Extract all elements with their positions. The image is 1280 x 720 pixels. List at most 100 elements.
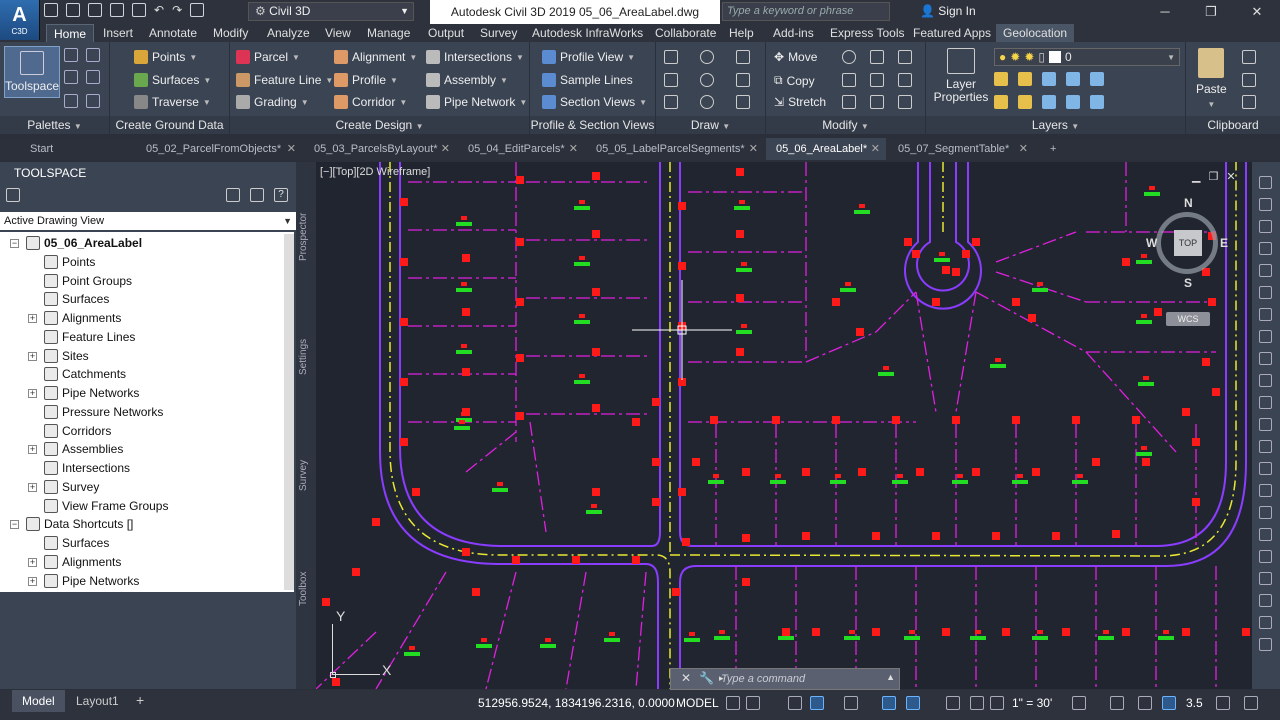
feature-line-button[interactable]: Feature Line ▼ <box>236 73 333 87</box>
annotation-scale[interactable]: 1" = 30' <box>1012 692 1052 714</box>
expand-icon[interactable]: + <box>28 389 37 398</box>
profile-button[interactable]: Profile ▼ <box>334 73 398 87</box>
navigation-tool-icon[interactable] <box>1259 572 1272 585</box>
polar-icon[interactable] <box>810 696 824 710</box>
navigation-tool-icon[interactable] <box>1259 330 1272 343</box>
tree-item-catchments[interactable]: Catchments <box>44 365 126 383</box>
open-folder-icon[interactable] <box>66 3 80 17</box>
navigation-tool-icon[interactable] <box>1259 638 1272 651</box>
create-ground-data-label[interactable]: Create Ground Data ▼ <box>110 116 229 149</box>
toolspace-list-icon[interactable] <box>250 188 264 202</box>
new-file-icon[interactable] <box>44 3 58 17</box>
viewcube[interactable]: TOP N S E W <box>1146 196 1228 292</box>
circle-icon[interactable] <box>700 73 714 87</box>
document-tab[interactable]: 05_07_SegmentTable* ✕ <box>888 138 1034 160</box>
stretch-button[interactable]: ⇲ Stretch <box>774 95 826 109</box>
toolspace-button[interactable]: Toolspace <box>4 46 60 98</box>
assembly-button[interactable]: Assembly ▼ <box>426 73 508 87</box>
draw-icon-4[interactable] <box>664 73 678 87</box>
sign-in-button[interactable]: 👤 Sign In <box>920 4 976 18</box>
ribbon-tab-view[interactable]: View <box>318 24 358 42</box>
alignment-button[interactable]: Alignment ▼ <box>334 50 417 64</box>
expand-icon[interactable]: + <box>28 445 37 455</box>
expand-icon[interactable]: + <box>28 557 37 567</box>
compass-s[interactable]: S <box>1184 276 1192 290</box>
isodraft-icon[interactable] <box>844 696 858 710</box>
match-properties-icon[interactable] <box>1242 95 1256 109</box>
explode-icon[interactable] <box>898 73 912 87</box>
expand-icon[interactable]: + <box>28 482 37 492</box>
ellipse-icon[interactable] <box>700 95 714 109</box>
intersections-button[interactable]: Intersections ▼ <box>426 50 524 64</box>
surfaces-button[interactable]: Surfaces ▼ <box>134 73 211 87</box>
tree-item-intersections[interactable]: Intersections <box>44 459 130 477</box>
copy-clip-icon[interactable] <box>1242 73 1256 87</box>
layer-dropdown[interactable]: ● ✹ ✹ ▯ 0 ▼ <box>994 48 1180 66</box>
parcel-button[interactable]: Parcel ▼ <box>236 50 300 64</box>
navigation-tool-icon[interactable] <box>1259 396 1272 409</box>
isolate-objects-icon[interactable] <box>1138 696 1152 710</box>
erase-icon[interactable] <box>898 50 912 64</box>
drawing-canvas[interactable]: [−][Top][2D Wireframe] ▁ ❐ ✕ TOP N S E W… <box>316 162 1264 689</box>
command-history-icon[interactable]: ▲ <box>886 672 895 682</box>
navigation-tool-icon[interactable] <box>1259 440 1272 453</box>
coordinate-readout[interactable]: 512956.9524, 1834196.2316, 0.0000 <box>478 692 675 714</box>
clean-screen-icon[interactable] <box>1216 696 1230 710</box>
arc-icon[interactable] <box>700 50 714 64</box>
scale-icon[interactable] <box>842 95 856 109</box>
move-button[interactable]: ✥ Move <box>774 50 817 64</box>
tree-item-feature-lines[interactable]: Feature Lines <box>44 328 135 346</box>
trim-icon[interactable] <box>870 50 884 64</box>
new-tab-button[interactable]: + <box>1040 138 1060 160</box>
compass-w[interactable]: W <box>1146 236 1157 250</box>
navigation-tool-icon[interactable] <box>1259 352 1272 365</box>
tree-scrollbar[interactable] <box>284 234 294 590</box>
workspace-gear-icon[interactable] <box>1072 696 1086 710</box>
ribbon-tab-output[interactable]: Output <box>421 24 471 42</box>
annotation-visibility-icon[interactable] <box>946 696 960 710</box>
layer-tool-2-icon[interactable] <box>1018 72 1032 86</box>
navigation-tool-icon[interactable] <box>1259 176 1272 189</box>
layer-tool-8-icon[interactable] <box>1042 95 1056 109</box>
customize-icon[interactable]: 🔧 <box>699 671 714 685</box>
layer-tool-7-icon[interactable] <box>1018 95 1032 109</box>
layout-tab-layout1[interactable]: Layout1 <box>66 690 129 712</box>
layer-tool-6-icon[interactable] <box>994 95 1008 109</box>
rectangle-icon[interactable] <box>736 73 750 87</box>
collapse-icon[interactable]: − <box>10 239 19 248</box>
viewport-restore-icon[interactable]: ❐ <box>1208 170 1218 183</box>
navigation-tool-icon[interactable] <box>1259 242 1272 255</box>
viewport-controls-label[interactable]: [−][Top][2D Wireframe] <box>320 166 430 178</box>
auto-scale-icon[interactable] <box>970 696 984 710</box>
workspace-selector[interactable]: ⚙ Civil 3D ▼ <box>248 2 414 21</box>
close-tab-icon[interactable]: ✕ <box>287 138 296 160</box>
ribbon-tab-autodesk-infraworks[interactable]: Autodesk InfraWorks <box>525 24 650 42</box>
compass-e[interactable]: E <box>1220 236 1228 250</box>
expand-icon[interactable]: + <box>28 351 37 361</box>
ribbon-tab-modify[interactable]: Modify <box>206 24 255 42</box>
sample-lines-button[interactable]: Sample Lines <box>542 73 633 87</box>
compass-n[interactable]: N <box>1184 196 1193 210</box>
layer-tool-3-icon[interactable] <box>1042 72 1056 86</box>
close-icon[interactable]: ✕ <box>1234 0 1280 24</box>
annotation-scale-icon[interactable] <box>990 696 1004 710</box>
toolspace-tab-prospector[interactable]: Prospector <box>298 182 314 292</box>
viewcube-top[interactable]: TOP <box>1174 230 1202 256</box>
navigation-tool-icon[interactable] <box>1259 220 1272 233</box>
close-tab-icon[interactable]: ✕ <box>569 138 578 160</box>
hatch-icon[interactable] <box>736 95 750 109</box>
document-tab[interactable]: 05_06_AreaLabel* ✕ <box>766 138 886 160</box>
create-design-label[interactable]: Create Design ▼ <box>230 116 529 134</box>
layer-tool-1-icon[interactable] <box>994 72 1008 86</box>
print-icon[interactable] <box>132 3 146 17</box>
points-button[interactable]: Points ▼ <box>134 50 197 64</box>
command-input[interactable]: Type a command <box>721 671 881 687</box>
layers-panel-label[interactable]: Layers ▼ <box>926 116 1185 134</box>
ribbon-tab-analyze[interactable]: Analyze <box>260 24 317 42</box>
redo-icon[interactable]: ↷ <box>172 3 182 17</box>
cut-icon[interactable] <box>1242 50 1256 64</box>
tree-item-surfaces[interactable]: Surfaces <box>44 290 109 308</box>
expand-icon[interactable]: + <box>28 314 37 323</box>
tree-item-sites[interactable]: Sites <box>44 347 89 365</box>
layer-tool-10-icon[interactable] <box>1090 95 1104 109</box>
